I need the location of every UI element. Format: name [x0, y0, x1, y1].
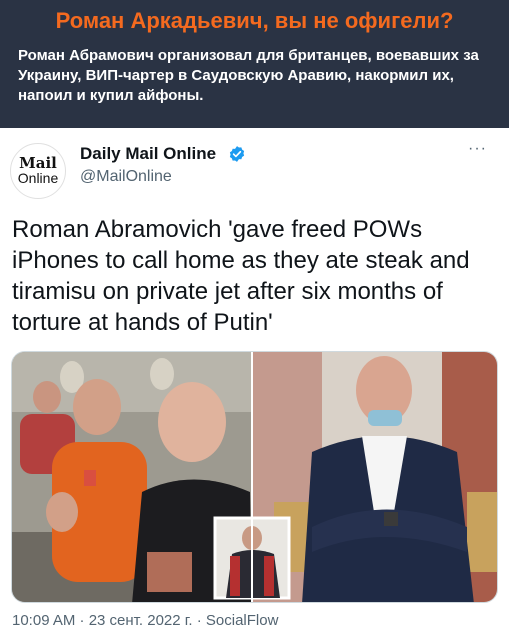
author-handle[interactable]: @MailOnline: [80, 168, 172, 186]
author-name[interactable]: Daily Mail Online: [80, 144, 216, 164]
header-subtext: Роман Абрамович организовал для британце…: [18, 47, 479, 104]
more-options-icon[interactable]: ···: [468, 140, 487, 158]
headline: Роман Аркадьевич, вы не офигели?: [55, 8, 454, 33]
tweet-timestamp[interactable]: 10:09 AM · 23 сент. 2022 г. · SocialFlow: [12, 612, 278, 629]
avatar-line2: Online: [17, 170, 59, 186]
avatar[interactable]: Mail Online: [10, 143, 66, 199]
verified-badge-icon: [229, 146, 245, 162]
tweet-media[interactable]: [11, 351, 498, 603]
tweet-text: Roman Abramovich 'gave freed POWs iPhone…: [12, 216, 470, 336]
meme-header: Роман Аркадьевич, вы не офигели? Роман А…: [0, 0, 509, 128]
avatar-line1: Mail: [19, 154, 57, 172]
tweet-photo-collage: [12, 352, 497, 602]
